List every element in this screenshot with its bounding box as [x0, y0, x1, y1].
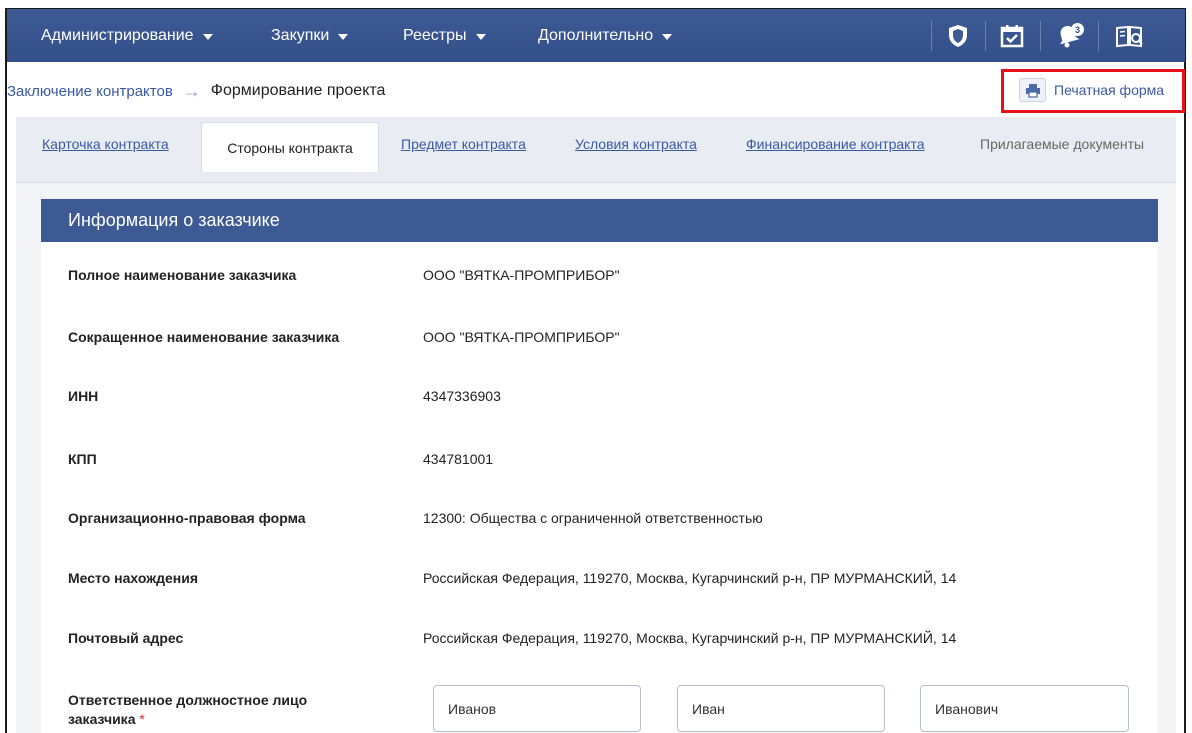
- middle-name-input[interactable]: Иванович: [920, 685, 1129, 732]
- tab-contract-card[interactable]: Карточка контракта: [42, 136, 169, 152]
- nav-separator: [985, 21, 986, 51]
- nav-menu-label: Реестры: [403, 26, 467, 44]
- input-value: Иванов: [448, 700, 497, 717]
- top-navigation-bar: Администрирование Закупки Реестры Дополн…: [7, 9, 1185, 62]
- chevron-down-icon: [662, 34, 673, 40]
- required-marker: *: [139, 711, 145, 727]
- field-value-postal-address: Российская Федерация, 119270, Москва, Ку…: [423, 630, 957, 646]
- field-label-inn: ИНН: [68, 388, 99, 404]
- nav-menu-additional[interactable]: Дополнительно: [538, 9, 673, 62]
- field-value-kpp: 434781001: [423, 451, 494, 467]
- print-form-label: Печатная форма: [1054, 82, 1165, 98]
- tab-contract-subject[interactable]: Предмет контракта: [401, 136, 526, 152]
- field-label-legal-form: Организационно-правовая форма: [68, 510, 306, 526]
- tab-label: Стороны контракта: [227, 139, 353, 156]
- section-title: Информация о заказчике: [41, 199, 1158, 242]
- label-line: Ответственное должностное лицо: [68, 692, 308, 708]
- notification-badge: 3: [1071, 23, 1084, 36]
- field-value-full-name: ООО "ВЯТКА-ПРОМПРИБОР": [423, 267, 620, 283]
- calendar-icon[interactable]: [998, 22, 1026, 50]
- label-line: заказчика *: [68, 710, 307, 729]
- nav-menu-label: Дополнительно: [538, 26, 654, 44]
- tab-attached-documents[interactable]: Прилагаемые документы: [980, 136, 1144, 152]
- tab-contract-financing[interactable]: Финансирование контракта: [746, 136, 925, 152]
- bell-icon[interactable]: 3: [1056, 22, 1084, 50]
- first-name-input[interactable]: Иван: [677, 685, 885, 732]
- input-value: Иван: [692, 700, 725, 717]
- last-name-input[interactable]: Иванов: [433, 685, 641, 732]
- printer-icon: [1019, 78, 1046, 102]
- nav-separator: [931, 21, 932, 51]
- field-label-kpp: КПП: [68, 451, 97, 467]
- nav-menu-administration[interactable]: Администрирование: [41, 9, 213, 62]
- nav-menu-label: Закупки: [271, 26, 330, 44]
- breadcrumb-link-contracts[interactable]: Заключение контрактов: [7, 83, 173, 100]
- chevron-down-icon: [338, 34, 349, 40]
- nav-menu-purchases[interactable]: Закупки: [271, 9, 349, 62]
- book-icon[interactable]: [1115, 22, 1143, 50]
- nav-menu-registries[interactable]: Реестры: [403, 9, 486, 62]
- print-form-button[interactable]: Печатная форма: [1019, 78, 1164, 102]
- page-title: Формирование проекта: [210, 82, 386, 99]
- chevron-down-icon: [475, 34, 486, 40]
- field-label-location: Место нахождения: [68, 570, 199, 586]
- field-value-inn: 4347336903: [423, 388, 501, 404]
- input-value: Иванович: [935, 700, 999, 717]
- nav-separator: [1040, 21, 1041, 51]
- label-line-text: заказчика: [68, 711, 136, 727]
- field-value-location: Российская Федерация, 119270, Москва, Ку…: [423, 570, 957, 586]
- arrow-right-icon: →: [182, 80, 201, 101]
- nav-separator: [1098, 21, 1099, 51]
- tab-contract-parties[interactable]: Стороны контракта: [201, 122, 379, 172]
- nav-menu-label: Администрирование: [41, 26, 194, 44]
- shield-icon[interactable]: [944, 22, 972, 50]
- section-title-text: Информация о заказчике: [68, 210, 280, 230]
- breadcrumb: Заключение контрактов → Формирование про…: [7, 78, 385, 104]
- field-value-legal-form: 12300: Общества с ограниченной ответстве…: [423, 510, 763, 526]
- field-label-short-name: Сокращенное наименование заказчика: [68, 329, 340, 345]
- tab-contract-terms[interactable]: Условия контракта: [575, 136, 697, 152]
- field-label-full-name: Полное наименование заказчика: [68, 267, 297, 283]
- chevron-down-icon: [202, 34, 213, 40]
- field-label-postal-address: Почтовый адрес: [68, 630, 184, 646]
- field-label-responsible-person: Ответственное должностное лицо заказчика…: [68, 691, 307, 729]
- field-value-short-name: ООО "ВЯТКА-ПРОМПРИБОР": [423, 329, 620, 345]
